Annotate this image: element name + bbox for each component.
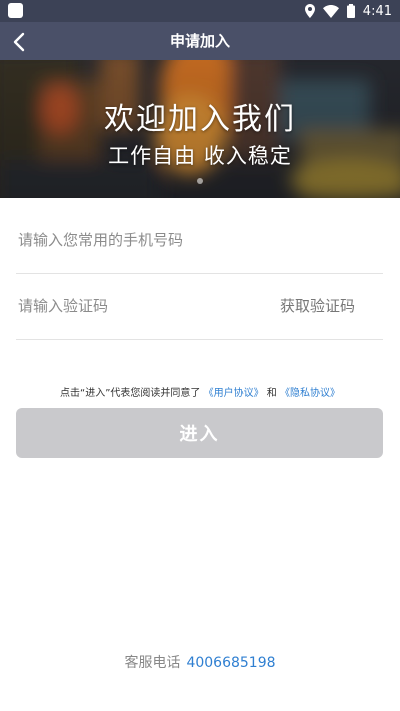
service-label: 客服电话 (124, 655, 181, 671)
banner: 欢迎加入我们 工作自由 收入稳定 (0, 60, 400, 198)
carousel-dot (197, 178, 203, 184)
user-agreement-link[interactable]: 《用户协议》 (204, 388, 264, 399)
verification-code-input[interactable] (16, 273, 270, 339)
service-phone-link[interactable]: 4006685198 (186, 655, 275, 671)
banner-headline: 欢迎加入我们 (104, 102, 296, 137)
battery-icon (346, 4, 355, 18)
location-icon (304, 4, 315, 18)
nav-bar: 申请加入 (0, 22, 400, 60)
status-time: 4:41 (362, 3, 392, 19)
status-bar: 4:41 (0, 0, 400, 22)
page-title: 申请加入 (169, 32, 230, 50)
get-code-button[interactable]: 获取验证码 (280, 273, 355, 339)
agreement-prefix: 点击“进入”代表您阅读并同意了 (60, 388, 201, 399)
agreement-and: 和 (266, 388, 277, 399)
code-field: 获取验证码 (16, 273, 383, 340)
notification-icon (8, 3, 23, 18)
banner-subline: 工作自由 收入稳定 (108, 144, 292, 168)
wifi-icon (322, 4, 339, 18)
customer-service: 客服电话 4006685198 (0, 652, 400, 672)
phone-input[interactable] (16, 207, 270, 273)
privacy-agreement-link[interactable]: 《隐私协议》 (280, 388, 340, 399)
enter-button[interactable]: 进入 (16, 408, 383, 458)
phone-field (16, 207, 383, 274)
agreement-notice: 点击“进入”代表您阅读并同意了 《用户协议》 和 《隐私协议》 (0, 384, 400, 399)
